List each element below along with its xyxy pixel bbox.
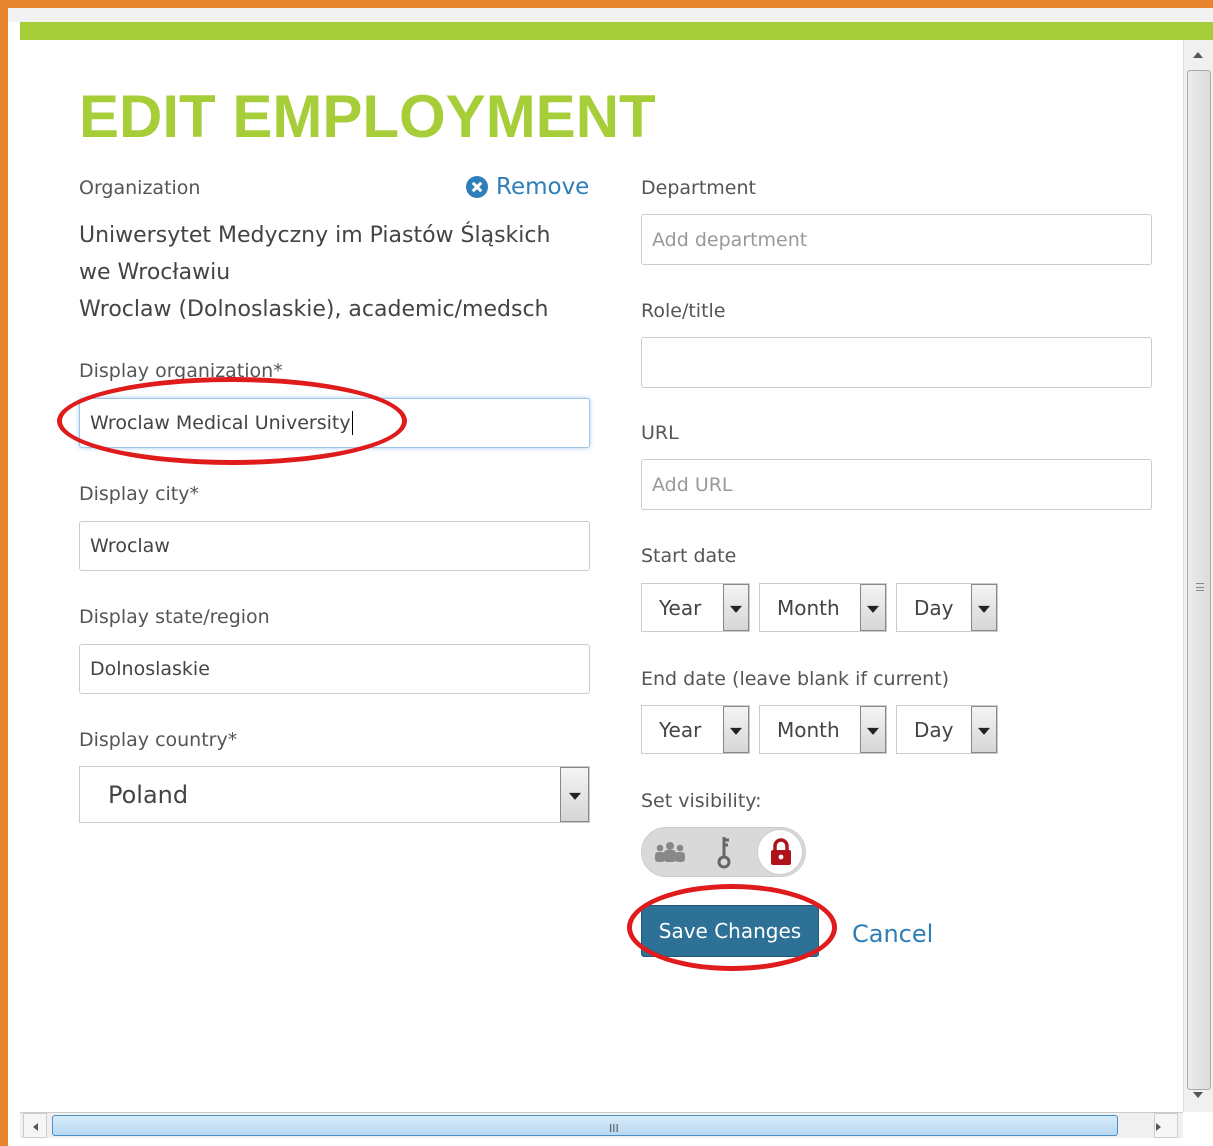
scroll-up-icon[interactable] [1193,52,1203,58]
remove-icon [466,176,488,198]
grip-label: III [609,1122,619,1135]
end-date-label: End date (leave blank if current) [641,668,950,690]
end-month-select[interactable]: Month [759,705,887,754]
display-state-input[interactable]: Dolnoslaskie [79,644,590,694]
vertical-scroll-thumb[interactable] [1187,70,1211,1090]
vertical-scrollbar[interactable] [1183,40,1213,1112]
display-city-label: Display city* [79,483,199,505]
display-country-label: Display country* [79,729,238,751]
display-state-label: Display state/region [79,606,270,628]
text-caret [351,411,353,435]
window-frame [0,0,1213,1146]
display-organization-input[interactable]: Wroclaw Medical University [79,398,590,448]
display-organization-value: Wroclaw Medical University [90,412,351,434]
display-organization-label: Display organization* [79,360,283,382]
chevron-down-icon[interactable] [971,584,997,631]
end-year-value: Year [659,717,702,742]
display-city-value: Wroclaw [90,535,170,557]
organization-details: Uniwersytet Medyczny im Piastów Śląskich… [79,217,579,328]
cancel-link[interactable]: Cancel [852,920,933,948]
start-year-select[interactable]: Year [641,583,750,632]
organization-name-line1: Uniwersytet Medyczny im Piastów Śląskich [79,223,551,248]
lock-icon[interactable] [755,828,807,876]
visibility-toggle [641,827,806,877]
role-label: Role/title [641,300,726,322]
visibility-label: Set visibility: [641,790,762,812]
scroll-right-button[interactable] [1154,1113,1178,1138]
department-placeholder: Add department [652,228,808,251]
start-month-value: Month [777,595,840,620]
chevron-down-icon[interactable] [860,706,886,753]
display-state-value: Dolnoslaskie [90,658,210,680]
scroll-right-icon [1156,1123,1161,1131]
start-month-select[interactable]: Month [759,583,887,632]
display-city-input[interactable]: Wroclaw [79,521,590,571]
organization-location: Wroclaw (Dolnoslaskie), academic/medsch [79,297,549,322]
scroll-left-icon [33,1123,38,1131]
page-title: EDIT EMPLOYMENT [79,83,656,150]
everyone-icon[interactable] [644,828,696,876]
end-day-select[interactable]: Day [896,705,998,754]
department-label: Department [641,177,756,199]
chevron-down-icon[interactable] [560,767,589,822]
remove-label: Remove [496,174,590,200]
start-year-value: Year [659,595,702,620]
start-day-select[interactable]: Day [896,583,998,632]
end-month-value: Month [777,717,840,742]
scroll-left-button[interactable] [23,1113,47,1138]
chevron-down-icon[interactable] [723,706,749,753]
save-changes-button[interactable]: Save Changes [641,905,819,957]
organization-name-line2: we Wrocławiu [79,260,231,285]
header-accent-bar [20,22,1213,40]
chevron-down-icon[interactable] [860,584,886,631]
chevron-down-icon[interactable] [971,706,997,753]
key-icon[interactable] [698,828,750,876]
remove-button[interactable]: Remove [466,174,589,200]
end-day-value: Day [914,717,954,742]
display-country-select[interactable]: Poland [79,766,590,823]
top-strip [8,8,1213,22]
start-date-label: Start date [641,545,737,567]
url-input[interactable]: Add URL [641,459,1152,510]
end-year-select[interactable]: Year [641,705,750,754]
role-input[interactable] [641,337,1152,388]
url-label: URL [641,422,679,444]
organization-label: Organization [79,177,201,199]
start-day-value: Day [914,595,954,620]
horizontal-scroll-thumb[interactable]: III [52,1115,1118,1136]
url-placeholder: Add URL [652,473,733,496]
scroll-down-icon[interactable] [1193,1092,1203,1098]
department-input[interactable]: Add department [641,214,1152,265]
display-country-value: Poland [108,780,189,809]
horizontal-scrollbar[interactable]: III [20,1112,1183,1138]
grip-icon [1196,583,1204,591]
chevron-down-icon[interactable] [723,584,749,631]
